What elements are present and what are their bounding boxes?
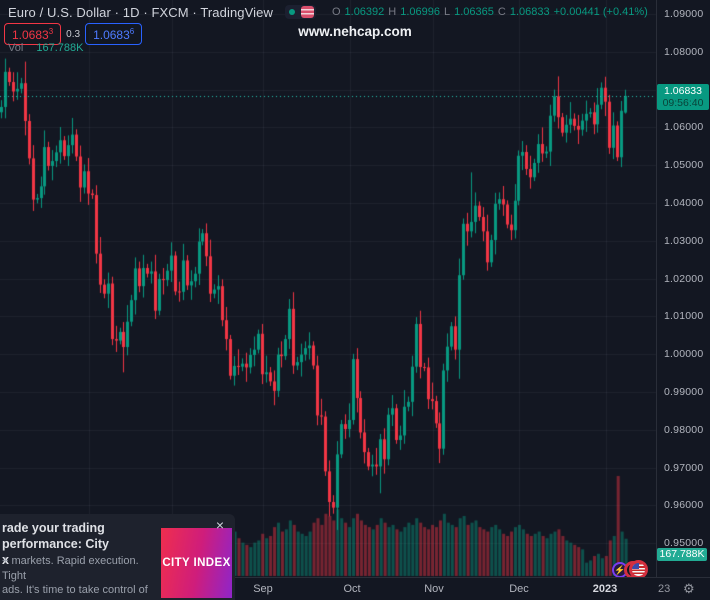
- legend-menu-icon: [300, 6, 314, 18]
- price-axis-label: 0.97000: [664, 461, 704, 474]
- symbol-title[interactable]: Euro / U.S. Dollar · 1D · FXCM · Trading…: [8, 5, 273, 20]
- price-axis-label: 1.06000: [664, 121, 704, 134]
- price-axis-label: 0.98000: [664, 423, 704, 436]
- ask-price-button[interactable]: 1.06836: [85, 23, 143, 45]
- current-price-badge: 1.06833 09:56:40: [657, 83, 709, 110]
- price-axis-label: 1.03000: [664, 234, 704, 247]
- price-axis-label: 1.05000: [664, 159, 704, 172]
- volume-legend-value: 167.788K: [36, 42, 84, 54]
- time-axis-label: 2023: [592, 583, 618, 595]
- legend-visibility-toggle[interactable]: [284, 5, 316, 19]
- low-label: L: [444, 6, 451, 18]
- volume-legend: Vol 167.788K: [8, 42, 83, 54]
- price-chart-canvas[interactable]: [0, 0, 710, 600]
- price-axis-label: 1.04000: [664, 197, 704, 209]
- gear-icon[interactable]: ⚙: [683, 581, 695, 597]
- price-axis-label: 1.01000: [664, 310, 704, 323]
- ad-close-icon[interactable]: ×: [213, 518, 227, 532]
- ohlc-values: O 1.06392 H 1.06996 L 1.06365 C 1.06833 +0.0…: [332, 6, 648, 18]
- open-label: O: [331, 6, 341, 18]
- clock-text[interactable]: 23: [658, 583, 670, 595]
- price-axis-label: 1.09000: [664, 8, 704, 20]
- price-axis-label: 1.00000: [664, 348, 704, 361]
- bar-countdown-timer: 09:56:40: [662, 96, 704, 109]
- close-label: C: [497, 6, 506, 18]
- close-value: 1.06833: [509, 6, 550, 18]
- flag-canton: [632, 563, 639, 569]
- status-dot-icon: [288, 9, 295, 15]
- time-axis-label: Oct: [343, 583, 361, 595]
- volume-label: Vol: [8, 42, 24, 54]
- ad-body: + markets. Rapid execution. Tight ads. I…: [2, 555, 148, 600]
- price-axis-label: 0.96000: [664, 499, 704, 512]
- open-value: 1.06392: [344, 6, 385, 18]
- ad-panel: rade your trading performance: City x + m…: [0, 514, 235, 600]
- time-axis-label: Dec: [509, 583, 529, 595]
- spread-value: 0.3: [66, 28, 81, 40]
- price-axis-label: 0.99000: [664, 386, 704, 398]
- low-value: 1.06365: [454, 6, 494, 18]
- volume-axis-badge: 167.788K: [657, 548, 707, 561]
- price-axis-label: 1.08000: [664, 45, 704, 58]
- time-axis-label: Sep: [253, 583, 273, 595]
- ad-logo[interactable]: CITY INDEX: [161, 528, 232, 598]
- time-axis-label: Nov: [424, 583, 444, 595]
- change-value: +0.00441 (+0.41%): [553, 6, 648, 18]
- high-value: 1.06996: [400, 6, 440, 18]
- current-price-value: 1.06833: [664, 84, 702, 97]
- tradingview-chart-window: Euro / U.S. Dollar · 1D · FXCM · Trading…: [0, 0, 710, 600]
- chart-legend: Euro / U.S. Dollar · 1D · FXCM · Trading…: [8, 4, 648, 20]
- price-axis-label: 1.02000: [664, 272, 704, 285]
- high-label: H: [388, 6, 397, 18]
